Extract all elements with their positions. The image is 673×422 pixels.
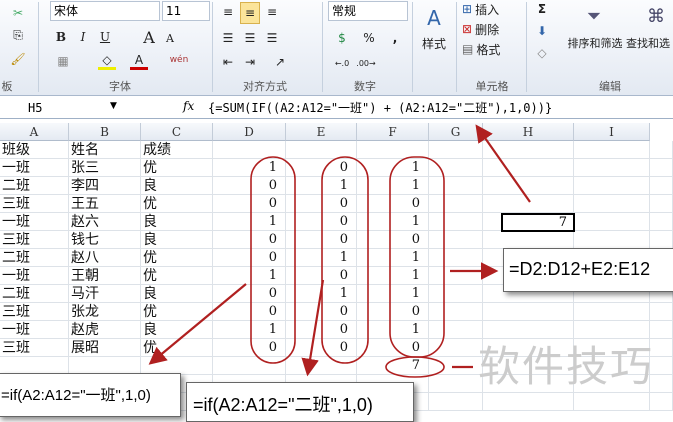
callout-d-formula: =if(A2:A12="一班",1,0) <box>0 373 181 417</box>
arrow-to-d-callout <box>148 283 247 365</box>
ellipse-column-d <box>250 156 296 364</box>
arrow-to-formula <box>475 124 531 203</box>
callout-e-formula: =if(A2:A12="二班",1,0) <box>186 382 414 422</box>
callout-f-formula: =D2:D12+E2:E12 <box>503 248 673 292</box>
selected-cell-h5[interactable]: 7 <box>501 213 575 232</box>
ellipse-column-e <box>321 156 369 364</box>
ellipse-column-f <box>389 156 445 358</box>
watermark: 软件技巧 <box>478 342 655 391</box>
arrow-to-e-callout <box>301 279 325 377</box>
ellipse-total <box>385 356 445 378</box>
